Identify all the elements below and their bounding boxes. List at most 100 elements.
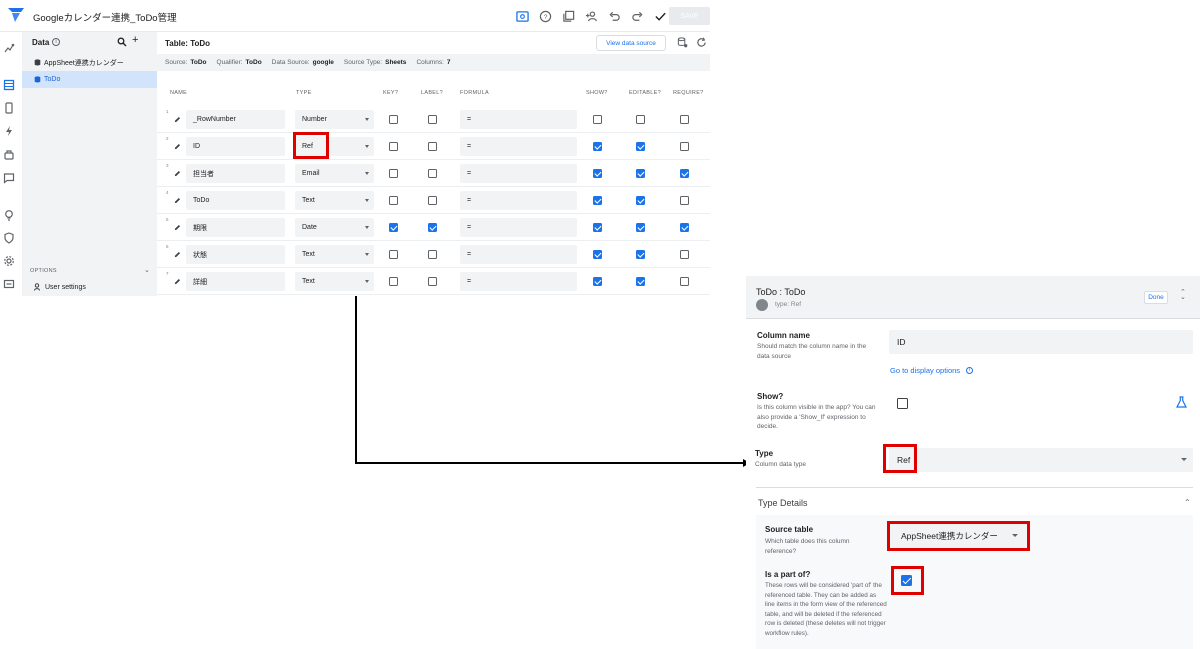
bolt-icon[interactable]: [3, 124, 15, 136]
column-name-field[interactable]: _RowNumber: [186, 110, 285, 129]
type-select[interactable]: Ref: [889, 448, 1193, 472]
phone-icon[interactable]: [3, 101, 15, 114]
manage-icon[interactable]: [3, 277, 15, 289]
regenerate-schema-icon[interactable]: [677, 37, 688, 48]
column-type-select[interactable]: Text: [295, 272, 374, 291]
column-type-select[interactable]: Email: [295, 164, 374, 183]
key-checkbox[interactable]: [389, 115, 398, 124]
key-checkbox[interactable]: [389, 277, 398, 286]
info-icon[interactable]: i: [52, 38, 60, 46]
column-name-field[interactable]: ToDo: [186, 191, 285, 210]
edit-pencil-icon[interactable]: [174, 278, 181, 285]
lightbulb-icon[interactable]: [3, 208, 15, 221]
show-checkbox[interactable]: [897, 398, 908, 409]
editable-checkbox[interactable]: [636, 142, 645, 151]
chevron-down-icon[interactable]: ⌄: [144, 266, 150, 274]
editable-checkbox[interactable]: [636, 223, 645, 232]
editable-checkbox[interactable]: [636, 169, 645, 178]
edit-pencil-icon[interactable]: [174, 143, 181, 150]
column-name-field[interactable]: 詳細: [186, 272, 285, 291]
go-to-display-options-link[interactable]: Go to display options i: [890, 366, 974, 375]
table-item-todo[interactable]: ToDo: [22, 71, 157, 88]
refresh-icon[interactable]: [696, 37, 707, 48]
edit-pencil-icon[interactable]: [174, 116, 181, 123]
share-icon[interactable]: [582, 7, 601, 25]
formula-field[interactable]: =: [460, 245, 577, 264]
key-checkbox[interactable]: [389, 223, 398, 232]
data-icon[interactable]: [3, 78, 15, 91]
copy-icon[interactable]: [559, 7, 578, 25]
require-checkbox[interactable]: [680, 169, 689, 178]
automation-icon[interactable]: [3, 148, 15, 160]
user-settings-link[interactable]: User settings: [34, 283, 86, 291]
editable-checkbox[interactable]: [636, 196, 645, 205]
done-button[interactable]: Done: [1144, 291, 1168, 304]
formula-field[interactable]: =: [460, 272, 577, 291]
editable-checkbox[interactable]: [636, 277, 645, 286]
edit-pencil-icon[interactable]: [174, 197, 181, 204]
formula-field[interactable]: =: [460, 137, 577, 156]
formula-field[interactable]: =: [460, 164, 577, 183]
column-type-select[interactable]: Number: [295, 110, 374, 129]
flask-icon[interactable]: [1176, 396, 1187, 408]
key-checkbox[interactable]: [389, 142, 398, 151]
show-checkbox[interactable]: [593, 142, 602, 151]
label-checkbox[interactable]: [428, 223, 437, 232]
label-checkbox[interactable]: [428, 250, 437, 259]
column-type-select[interactable]: Date: [295, 218, 374, 237]
editable-checkbox[interactable]: [636, 250, 645, 259]
table-item-calendar[interactable]: AppSheet連携カレンダー: [22, 54, 157, 71]
show-checkbox[interactable]: [593, 277, 602, 286]
expand-collapse-icon[interactable]: ⌃ ⌄: [1180, 289, 1186, 301]
column-name-field[interactable]: ID: [186, 137, 285, 156]
column-name-field[interactable]: 担当者: [186, 164, 285, 183]
key-checkbox[interactable]: [389, 196, 398, 205]
require-checkbox[interactable]: [680, 115, 689, 124]
check-icon[interactable]: [651, 7, 670, 25]
formula-field[interactable]: =: [460, 218, 577, 237]
editable-checkbox[interactable]: [636, 115, 645, 124]
redo-icon[interactable]: [628, 7, 647, 25]
chevron-up-icon[interactable]: ⌃: [1184, 498, 1191, 507]
column-type-select[interactable]: Text: [295, 191, 374, 210]
formula-field[interactable]: =: [460, 110, 577, 129]
column-name-field[interactable]: 期限: [186, 218, 285, 237]
formula-field[interactable]: =: [460, 191, 577, 210]
edit-pencil-icon[interactable]: [174, 251, 181, 258]
column-type-value: Text: [302, 197, 315, 204]
view-data-source-button[interactable]: View data source: [596, 35, 666, 51]
require-checkbox[interactable]: [680, 142, 689, 151]
show-checkbox[interactable]: [593, 223, 602, 232]
require-checkbox[interactable]: [680, 223, 689, 232]
show-checkbox[interactable]: [593, 115, 602, 124]
label-checkbox[interactable]: [428, 169, 437, 178]
search-icon[interactable]: [117, 37, 127, 47]
gear-icon[interactable]: [3, 254, 15, 266]
key-checkbox[interactable]: [389, 169, 398, 178]
add-table-icon[interactable]: +: [132, 34, 138, 46]
save-button[interactable]: SAVE: [669, 7, 710, 25]
label-checkbox[interactable]: [428, 277, 437, 286]
shield-icon[interactable]: [3, 231, 15, 244]
edit-pencil-icon[interactable]: [174, 170, 181, 177]
column-name-field[interactable]: 状態: [186, 245, 285, 264]
show-checkbox[interactable]: [593, 169, 602, 178]
require-checkbox[interactable]: [680, 277, 689, 286]
column-type-select[interactable]: Text: [295, 245, 374, 264]
label-checkbox[interactable]: [428, 196, 437, 205]
show-checkbox[interactable]: [593, 250, 602, 259]
chat-icon[interactable]: [3, 171, 15, 184]
show-checkbox[interactable]: [593, 196, 602, 205]
help-icon[interactable]: ?: [536, 7, 555, 25]
key-checkbox[interactable]: [389, 250, 398, 259]
edit-pencil-icon[interactable]: [174, 224, 181, 231]
require-checkbox[interactable]: [680, 196, 689, 205]
column-name-input[interactable]: ID: [889, 330, 1193, 354]
route-icon[interactable]: [3, 41, 15, 53]
undo-icon[interactable]: [605, 7, 624, 25]
preview-icon[interactable]: [513, 7, 532, 25]
label-checkbox[interactable]: [428, 115, 437, 124]
require-checkbox[interactable]: [680, 250, 689, 259]
label-checkbox[interactable]: [428, 142, 437, 151]
table-row: 2 ID Ref =: [157, 133, 710, 160]
